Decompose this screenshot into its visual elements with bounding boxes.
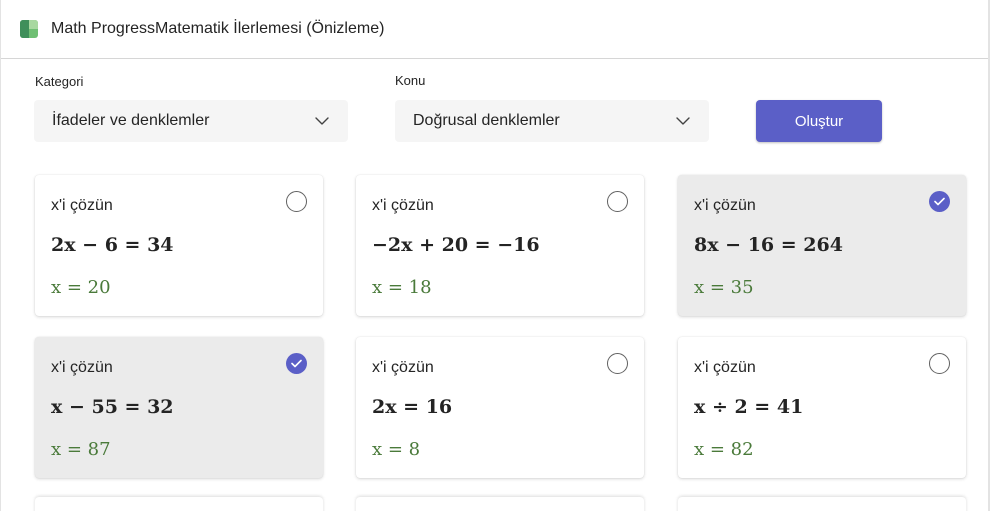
title-bar: Math ProgressMatematik İlerlemesi (Önizl…: [1, 0, 988, 59]
select-radio[interactable]: [286, 191, 307, 212]
problem-card-partial[interactable]: [678, 497, 966, 511]
problem-prompt: x'i çözün: [694, 359, 756, 376]
problem-equation: 8x − 16 = 264: [694, 234, 843, 256]
problem-answer: x = 87: [51, 439, 111, 460]
problem-equation: x − 55 = 32: [51, 396, 174, 418]
problem-prompt: x'i çözün: [372, 359, 434, 376]
app-window: Math ProgressMatematik İlerlemesi (Önizl…: [0, 0, 990, 511]
topic-dropdown[interactable]: Doğrusal denklemler: [395, 100, 709, 142]
select-radio[interactable]: [607, 353, 628, 374]
problem-answer: x = 35: [694, 277, 754, 298]
problem-equation: 2x − 6 = 34: [51, 234, 174, 256]
problem-card[interactable]: x'i çözün x ÷ 2 = 41 x = 82: [678, 337, 966, 478]
problem-card-partial[interactable]: [356, 497, 644, 511]
chevron-down-icon: [676, 117, 690, 125]
category-dropdown[interactable]: İfadeler ve denklemler: [34, 100, 348, 142]
problem-card-partial[interactable]: [35, 497, 323, 511]
problem-prompt: x'i çözün: [694, 197, 756, 214]
problem-answer: x = 20: [51, 277, 111, 298]
window-title: Math ProgressMatematik İlerlemesi (Önizl…: [51, 20, 385, 37]
problem-card[interactable]: x'i çözün x − 55 = 32 x = 87: [35, 337, 323, 478]
create-button[interactable]: Oluştur: [756, 100, 882, 142]
problem-card[interactable]: x'i çözün 2x − 6 = 34 x = 20: [35, 175, 323, 316]
problem-card[interactable]: x'i çözün −2x + 20 = −16 x = 18: [356, 175, 644, 316]
problem-prompt: x'i çözün: [51, 197, 113, 214]
problem-card[interactable]: x'i çözün 8x − 16 = 264 x = 35: [678, 175, 966, 316]
problem-equation: −2x + 20 = −16: [372, 234, 540, 256]
select-radio[interactable]: [929, 353, 950, 374]
problem-answer: x = 82: [694, 439, 754, 460]
category-label: Kategori: [35, 74, 84, 89]
problem-prompt: x'i çözün: [51, 359, 113, 376]
problem-equation: x ÷ 2 = 41: [694, 396, 804, 418]
problem-answer: x = 18: [372, 277, 432, 298]
problem-card[interactable]: x'i çözün 2x = 16 x = 8: [356, 337, 644, 478]
problem-answer: x = 8: [372, 439, 421, 460]
selected-check-icon[interactable]: [929, 191, 950, 212]
topic-label: Konu: [395, 73, 426, 88]
app-logo-icon: [20, 20, 38, 38]
chevron-down-icon: [315, 117, 329, 125]
problem-prompt: x'i çözün: [372, 197, 434, 214]
problem-equation: 2x = 16: [372, 396, 453, 418]
select-radio[interactable]: [607, 191, 628, 212]
topic-value: Doğrusal denklemler: [413, 112, 560, 129]
selected-check-icon[interactable]: [286, 353, 307, 374]
category-value: İfadeler ve denklemler: [52, 112, 210, 129]
